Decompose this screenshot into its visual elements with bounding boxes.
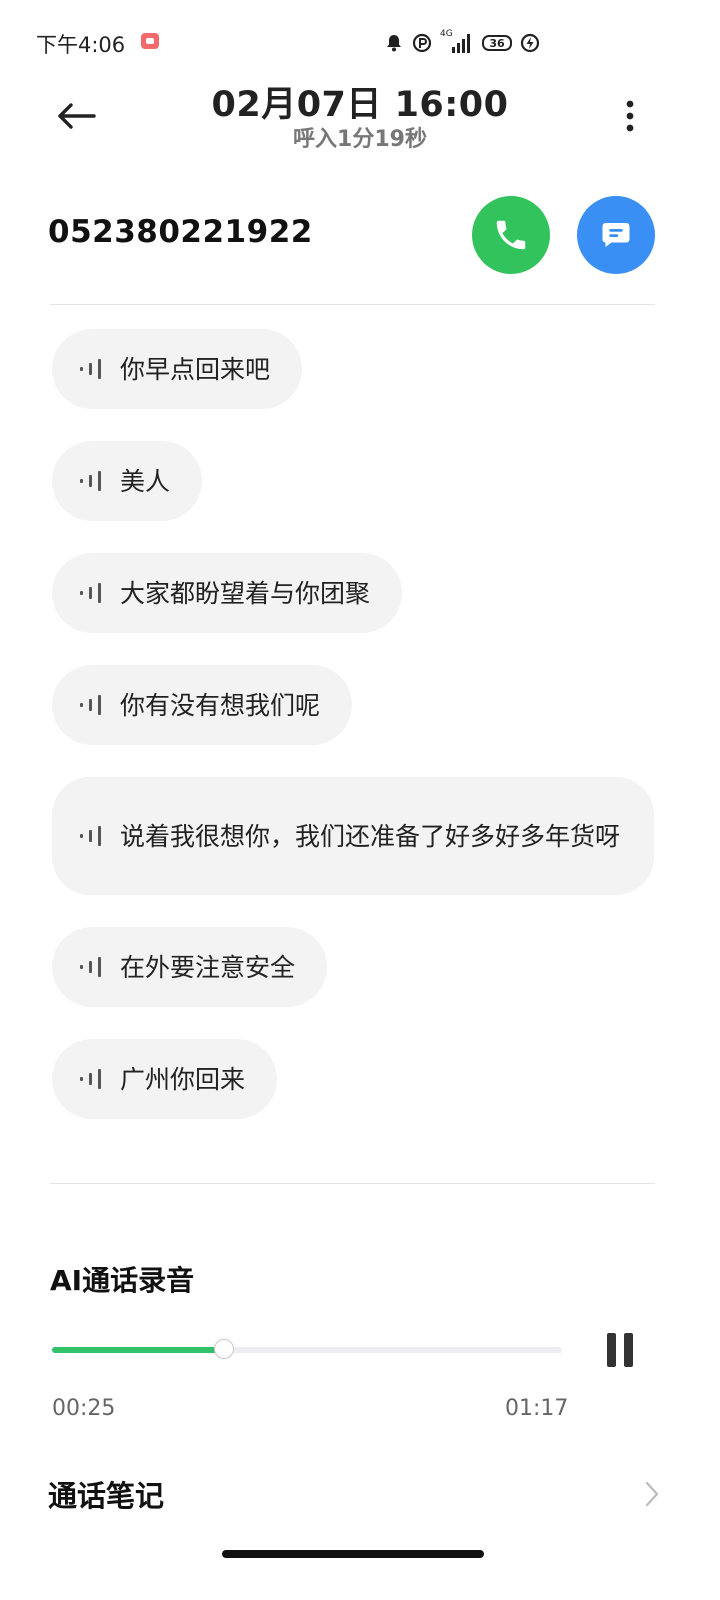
pause-icon [607, 1333, 633, 1367]
playback-current-time: 00:25 [52, 1396, 116, 1421]
transcript-text: 你早点回来吧 [120, 354, 271, 384]
transcript-text: 广州你回来 [120, 1064, 246, 1094]
transcript-bubble[interactable]: 大家都盼望着与你团聚 [52, 553, 403, 633]
data-saver-icon [412, 33, 432, 53]
status-bar: 下午4:06 4G 36 [0, 0, 720, 86]
notification-bell-icon [384, 33, 404, 53]
playback-scrubber-handle[interactable] [214, 1339, 235, 1359]
audio-wave-icon [80, 583, 101, 603]
playback-progress-fill [52, 1347, 225, 1353]
recording-icon [141, 33, 159, 49]
call-button[interactable] [472, 196, 550, 274]
transcript-bubble[interactable]: 在外要注意安全 [52, 927, 328, 1007]
transcript-bubble[interactable]: 你有没有想我们呢 [52, 665, 353, 745]
back-arrow-icon [58, 103, 96, 129]
call-notes-row[interactable]: 通话笔记 [48, 1464, 660, 1524]
phone-number: 052380221922 [48, 214, 313, 250]
home-indicator[interactable] [222, 1550, 484, 1558]
audio-wave-icon [80, 471, 101, 491]
audio-wave-icon [80, 957, 101, 977]
battery-icon: 36 [482, 35, 512, 51]
transcript-text: 大家都盼望着与你团聚 [120, 578, 371, 608]
charging-icon [520, 33, 540, 53]
transcript-text: 美人 [120, 466, 171, 496]
message-button[interactable] [577, 196, 655, 274]
phone-icon [496, 220, 526, 250]
pause-button[interactable] [600, 1330, 640, 1370]
more-vertical-icon [626, 100, 634, 132]
status-time: 下午4:06 [36, 33, 126, 57]
call-detail-page: 下午4:06 4G 36 02月07日 16:00 呼入1分19秒 052380 [0, 0, 720, 1600]
transcript-text: 说着我很想你，我们还准备了好多好多年货呀 [120, 821, 621, 851]
audio-wave-icon [80, 826, 101, 846]
call-duration: 呼入1分19秒 [293, 127, 427, 152]
audio-wave-icon [80, 695, 101, 715]
transcript-bubble[interactable]: 说着我很想你，我们还准备了好多好多年货呀 [52, 777, 654, 895]
audio-wave-icon [80, 359, 101, 379]
divider [50, 304, 655, 305]
transcript-bubble[interactable]: 广州你回来 [52, 1039, 278, 1119]
call-notes-label: 通话笔记 [48, 1479, 165, 1513]
divider [50, 1183, 655, 1184]
chevron-right-icon [645, 1481, 659, 1507]
playback-progress-bar[interactable] [52, 1339, 562, 1359]
audio-wave-icon [80, 1069, 101, 1089]
transcript-text: 你有没有想我们呢 [120, 690, 321, 720]
status-icons: 4G 36 [384, 29, 540, 56]
network-type-label: 4G [440, 29, 453, 39]
more-options-button[interactable] [612, 92, 648, 140]
playback-total-time: 01:17 [505, 1396, 569, 1421]
transcript-text: 在外要注意安全 [120, 952, 296, 982]
message-icon [602, 223, 630, 247]
signal-icon: 4G [440, 29, 474, 55]
back-button[interactable] [52, 92, 100, 140]
transcript-bubble[interactable]: 你早点回来吧 [52, 329, 303, 409]
call-datetime: 02月07日 16:00 [211, 85, 509, 125]
transcript-bubble[interactable]: 美人 [52, 441, 203, 521]
ai-recording-title: AI通话录音 [50, 1264, 195, 1297]
